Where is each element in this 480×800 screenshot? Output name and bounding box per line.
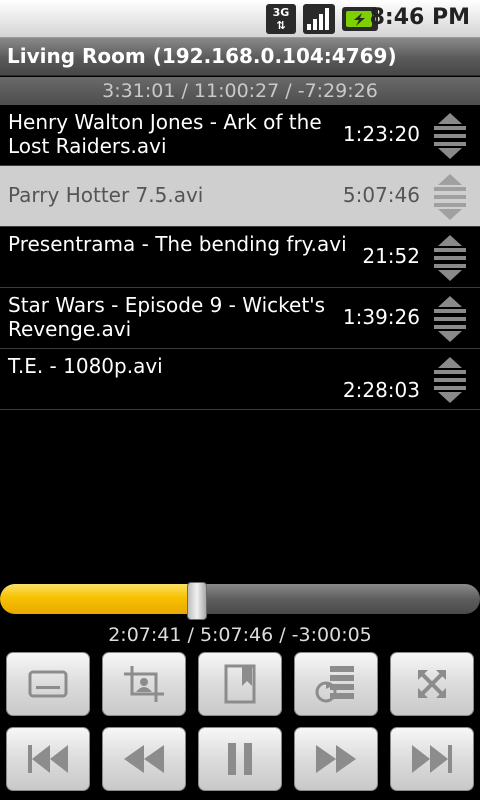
seek-track[interactable] <box>0 584 480 614</box>
drag-handle-icon[interactable] <box>432 113 468 159</box>
playlist-item[interactable]: Parry Hotter 7.5.avi 5:07:46 <box>0 166 480 227</box>
seek-bar[interactable] <box>0 582 480 620</box>
drag-handle-icon[interactable] <box>432 296 468 342</box>
drag-handle-icon[interactable] <box>432 174 468 220</box>
skip-previous-icon <box>28 745 68 773</box>
clock: 8:46 PM <box>369 5 470 30</box>
fullscreen-button[interactable] <box>390 652 474 716</box>
fast-forward-button[interactable] <box>294 727 378 791</box>
current-time: 2:07:41 / 5:07:46 / -3:00:05 <box>108 624 372 646</box>
playlist-item[interactable]: Star Wars - Episode 9 - Wicket's Revenge… <box>0 288 480 349</box>
audio-track-icon <box>315 666 354 703</box>
playlist-item-duration: 1:23:20 <box>342 122 420 146</box>
playlist-item-name: Star Wars - Episode 9 - Wicket's Revenge… <box>8 293 326 341</box>
drag-handle-icon[interactable] <box>432 357 468 403</box>
status-bar: 3G ⇅ 8:46 PM <box>0 0 480 38</box>
bookmark-icon <box>224 664 256 704</box>
seek-progress <box>0 584 197 614</box>
playlist-total-time: 3:31:01 / 11:00:27 / -7:29:26 <box>0 77 480 105</box>
seek-thumb[interactable] <box>187 582 207 620</box>
pause-icon <box>228 743 252 775</box>
playlist-total-time-label: 3:31:01 / 11:00:27 / -7:29:26 <box>102 80 378 102</box>
3g-data-icon: 3G ⇅ <box>266 4 296 34</box>
playlist-item-duration: 5:07:46 <box>342 183 420 207</box>
drag-handle-icon[interactable] <box>432 235 468 281</box>
fullscreen-icon <box>418 670 446 698</box>
playlist-item-duration: 1:39:26 <box>342 305 420 329</box>
playlist-item-name: Presentrama - The bending fry.avi <box>8 232 347 256</box>
network-type-label: 3G <box>272 6 290 19</box>
playlist-item-name: Parry Hotter 7.5.avi <box>8 183 204 207</box>
bookmark-button[interactable] <box>198 652 282 716</box>
skip-next-button[interactable] <box>390 727 474 791</box>
playlist-item-duration: 2:28:03 <box>342 378 420 402</box>
page-title: Living Room (192.168.0.104:4769) <box>7 44 397 68</box>
control-row-options <box>0 652 480 718</box>
rewind-button[interactable] <box>102 727 186 791</box>
subtitles-button[interactable] <box>6 652 90 716</box>
playlist-item[interactable]: Presentrama - The bending fry.avi 21:52 <box>0 227 480 288</box>
fast-forward-icon <box>316 745 356 773</box>
rewind-icon <box>124 745 164 773</box>
playlist-item[interactable]: T.E. - 1080p.avi 2:28:03 <box>0 349 480 410</box>
playlist: Henry Walton Jones - Ark of the Lost Rai… <box>0 105 480 410</box>
skip-next-icon <box>412 745 452 773</box>
crop-icon <box>124 666 164 702</box>
subtitles-icon <box>28 670 68 698</box>
audio-track-button[interactable] <box>294 652 378 716</box>
playlist-item[interactable]: Henry Walton Jones - Ark of the Lost Rai… <box>0 105 480 166</box>
playlist-item-duration: 21:52 <box>362 244 420 268</box>
control-row-transport <box>0 727 480 793</box>
pause-button[interactable] <box>198 727 282 791</box>
playlist-item-name: Henry Walton Jones - Ark of the Lost Rai… <box>8 110 322 158</box>
title-bar: Living Room (192.168.0.104:4769) <box>0 38 480 76</box>
crop-button[interactable] <box>102 652 186 716</box>
signal-strength-icon <box>303 4 335 34</box>
skip-previous-button[interactable] <box>6 727 90 791</box>
playlist-item-name: T.E. - 1080p.avi <box>8 354 163 378</box>
